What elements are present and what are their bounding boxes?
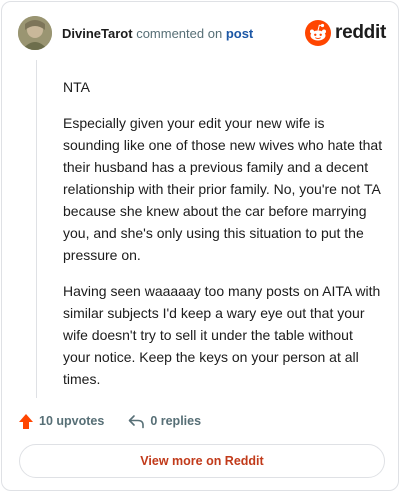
logo-text: reddit: [335, 22, 386, 43]
comment-paragraph: Especially given your edit your new wife…: [63, 115, 383, 263]
comment-meta: DivineTarot commented on post: [62, 26, 253, 41]
reply-arrow-icon: [129, 414, 145, 428]
replies-button[interactable]: 0 replies: [128, 414, 201, 429]
comment-actions: 10 upvotes 0 replies: [18, 410, 225, 432]
embedded-comment-card: DivineTarot commented on post reddit NTA…: [1, 1, 399, 491]
upvote-button[interactable]: 10 upvotes: [18, 413, 104, 430]
avatar-image-icon: [18, 16, 52, 50]
comment-paragraph: NTA: [63, 79, 90, 95]
upvotes-count: 10 upvotes: [39, 414, 105, 428]
view-more-button[interactable]: View more on Reddit: [19, 444, 385, 478]
thread-line[interactable]: [36, 60, 37, 398]
avatar[interactable]: [18, 16, 52, 50]
comment-header: DivineTarot commented on post reddit: [18, 16, 386, 52]
replies-count: 0 replies: [150, 414, 202, 428]
action-text: commented on: [136, 26, 223, 41]
author-name[interactable]: DivineTarot: [62, 26, 133, 41]
comment-paragraph: Having seen waaaaay too many posts on AI…: [63, 283, 381, 387]
post-link[interactable]: post: [226, 26, 253, 41]
reddit-logo[interactable]: reddit: [305, 20, 386, 46]
reddit-logo-icon: [305, 20, 332, 46]
comment-body: NTA Especially given your edit your new …: [63, 76, 383, 404]
upvote-arrow-icon: [19, 413, 33, 429]
